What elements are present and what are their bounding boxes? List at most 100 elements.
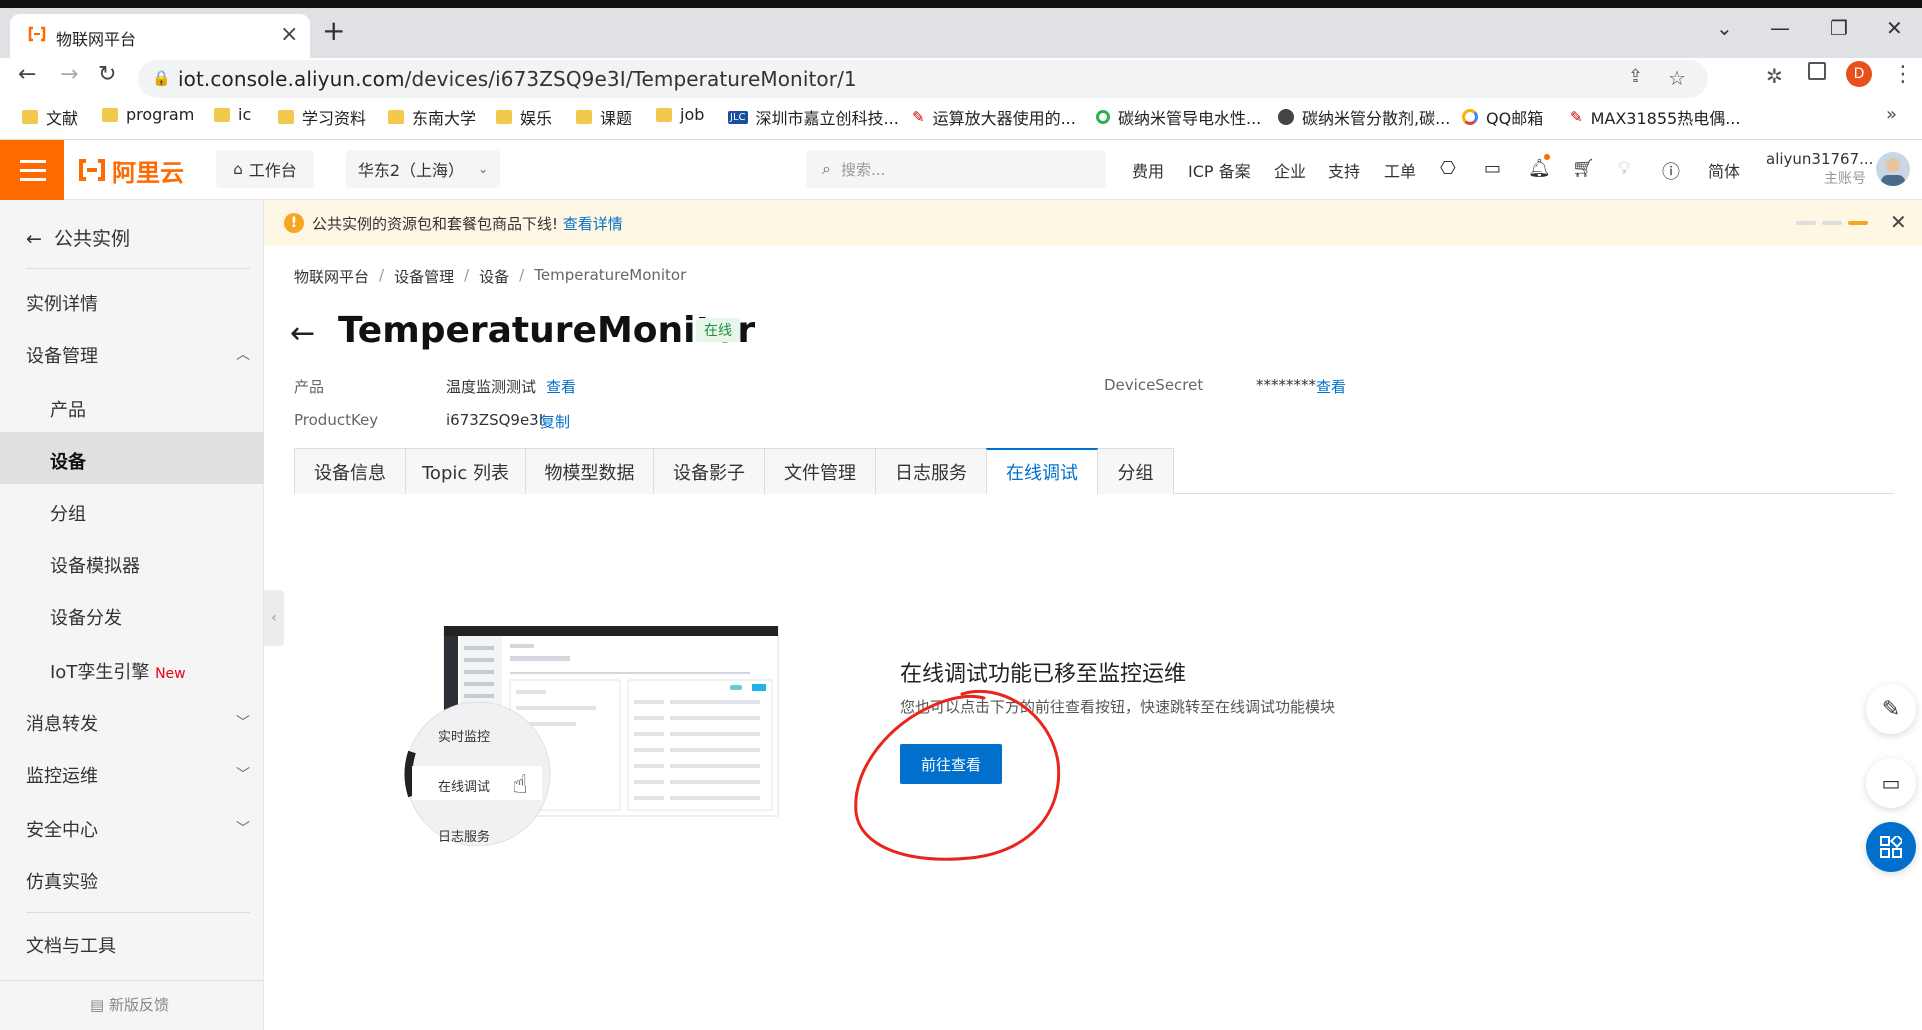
bookmark-item[interactable]: QQ邮箱: [1462, 105, 1543, 129]
bookmark-item[interactable]: ic: [214, 105, 251, 124]
tab-group[interactable]: 分组: [1097, 448, 1174, 494]
tab-file-management[interactable]: 文件管理: [764, 448, 876, 494]
sidebar-item-distribute[interactable]: 设备分发: [50, 604, 122, 630]
sidebar-item-simulation[interactable]: 仿真实验: [26, 868, 98, 894]
chevron-down-icon[interactable]: ﹀: [236, 712, 250, 732]
nav-icp[interactable]: ICP 备案: [1188, 158, 1251, 182]
sidebar-item-instance-detail[interactable]: 实例详情: [26, 290, 98, 316]
bookmark-item[interactable]: program: [102, 105, 194, 124]
chevron-down-icon[interactable]: ﹀: [236, 764, 250, 784]
region-selector[interactable]: 华东2（上海） ⌄: [346, 150, 500, 188]
sidepanel-icon[interactable]: [1808, 62, 1826, 80]
view-secret-link[interactable]: 查看: [1316, 376, 1346, 397]
workbench-button[interactable]: ⌂ 工作台: [216, 150, 314, 188]
nav-support[interactable]: 支持: [1328, 158, 1360, 182]
bookmark-star-icon[interactable]: ☆: [1668, 66, 1686, 90]
menu-toggle-icon[interactable]: [0, 140, 64, 200]
profile-avatar[interactable]: D: [1846, 61, 1872, 87]
breadcrumb-iot-platform[interactable]: 物联网平台: [294, 266, 369, 287]
browser-menu-icon[interactable]: ⋮: [1892, 62, 1914, 87]
breadcrumb-device[interactable]: 设备: [479, 266, 509, 287]
back-icon[interactable]: ←: [18, 62, 36, 87]
sidebar-item-security[interactable]: 安全中心: [26, 816, 98, 842]
sidebar-back-public-instance[interactable]: ← 公共实例: [26, 224, 130, 251]
carousel-dot-active[interactable]: [1848, 221, 1868, 225]
copy-productkey-link[interactable]: 复制: [540, 411, 570, 432]
sidebar-item-group[interactable]: 分组: [50, 500, 86, 526]
breadcrumb: 物联网平台 / 设备管理 / 设备 / TemperatureMonitor: [294, 266, 687, 287]
terminal-icon[interactable]: ▭: [1484, 158, 1501, 179]
nav-ticket[interactable]: 工单: [1384, 158, 1416, 182]
close-window-icon[interactable]: ✕: [1886, 16, 1903, 40]
search-input[interactable]: ⌕ 搜索...: [806, 150, 1106, 188]
aliyun-logo[interactable]: 阿里云: [78, 154, 184, 187]
bookmark-item[interactable]: 文献: [22, 105, 78, 129]
tab-device-info[interactable]: 设备信息: [294, 448, 406, 494]
chevron-up-icon[interactable]: ︿: [236, 344, 250, 364]
minimize-icon[interactable]: —: [1770, 16, 1790, 40]
carousel-dot[interactable]: [1822, 221, 1842, 225]
sidebar-collapse-icon[interactable]: ‹: [264, 590, 284, 646]
devicesecret-value: ********: [1256, 376, 1316, 394]
cart-icon[interactable]: 🛒︎: [1572, 158, 1595, 179]
nav-billing[interactable]: 费用: [1132, 158, 1164, 182]
help-icon[interactable]: ⓘ: [1662, 158, 1680, 184]
chevron-down-icon[interactable]: ﹀: [236, 818, 250, 838]
new-tab-icon[interactable]: +: [322, 14, 345, 47]
tab-log-service[interactable]: 日志服务: [875, 448, 987, 494]
feedback-link[interactable]: ▤ 新版反馈: [90, 994, 169, 1015]
sidebar-item-message-forward[interactable]: 消息转发: [26, 710, 98, 736]
bookmarks-overflow-icon[interactable]: »: [1886, 104, 1897, 125]
tab-close-icon[interactable]: ×: [280, 22, 298, 47]
account-info[interactable]: aliyun31767... 主账号: [1766, 150, 1873, 188]
nav-enterprise[interactable]: 企业: [1274, 158, 1306, 182]
page-back-icon[interactable]: ←: [290, 316, 315, 351]
tab-online-debug[interactable]: 在线调试: [986, 448, 1098, 494]
sidebar-item-simulator[interactable]: 设备模拟器: [50, 552, 140, 578]
reload-icon[interactable]: ↻: [98, 62, 116, 87]
sidebar-item-iot-twin[interactable]: IoT孪生引擎 New: [50, 658, 186, 684]
carousel-dot[interactable]: [1796, 221, 1816, 225]
bell-icon[interactable]: 🔔︎: [1528, 158, 1551, 179]
bookmark-item[interactable]: 学习资料: [278, 105, 366, 129]
bookmark-item[interactable]: 娱乐: [496, 105, 552, 129]
view-product-link[interactable]: 查看: [546, 376, 576, 397]
folder-icon: [576, 110, 592, 124]
bookmark-item[interactable]: 碳纳米管导电水性...: [1096, 105, 1261, 129]
tab-device-shadow[interactable]: 设备影子: [653, 448, 765, 494]
illustration-menu-online-debug: 在线调试: [438, 780, 491, 795]
url-bar[interactable]: 🔒 iot.console.aliyun.com/devices/i673ZSQ…: [138, 60, 1708, 98]
bookmark-item[interactable]: job: [656, 105, 704, 124]
sidebar-item-monitor-ops[interactable]: 监控运维: [26, 762, 98, 788]
edit-float-button[interactable]: ✎: [1866, 684, 1916, 734]
restore-icon[interactable]: ❐: [1830, 16, 1848, 40]
sidebar-item-product[interactable]: 产品: [50, 396, 86, 422]
sidebar-item-device[interactable]: 设备: [50, 448, 86, 474]
lightbulb-icon[interactable]: 💡︎: [1618, 158, 1631, 179]
bookmark-item[interactable]: 课题: [576, 105, 632, 129]
bookmark-item[interactable]: JLC 深圳市嘉立创科技...: [728, 105, 899, 129]
bookmark-item[interactable]: ✎ MAX31855热电偶...: [1570, 105, 1740, 129]
sidebar-item-device-management[interactable]: 设备管理: [26, 342, 98, 368]
folder-icon: [496, 110, 512, 124]
migration-illustration: 实时监控 在线调试 日志服务 ☝: [400, 626, 780, 846]
browser-tab[interactable]: 物联网平台 ×: [10, 14, 310, 58]
sidebar-item-docs-tools[interactable]: 文档与工具: [26, 932, 116, 958]
language-switch[interactable]: 简体: [1708, 158, 1740, 182]
chat-float-button[interactable]: ▭: [1866, 758, 1916, 808]
apps-float-button[interactable]: [1866, 822, 1916, 872]
bookmark-item[interactable]: ✎ 运算放大器使用的...: [912, 105, 1076, 129]
breadcrumb-device-management[interactable]: 设备管理: [394, 266, 454, 287]
user-avatar[interactable]: [1876, 152, 1910, 186]
bookmark-item[interactable]: 东南大学: [388, 105, 476, 129]
close-icon[interactable]: ✕: [1890, 210, 1907, 234]
tab-topic-list[interactable]: Topic 列表: [405, 448, 526, 494]
bookmark-item[interactable]: 碳纳米管分散剂,碳...: [1278, 105, 1450, 129]
share-icon[interactable]: ⇪: [1628, 66, 1643, 87]
forward-icon[interactable]: →: [60, 62, 78, 87]
tab-thing-model[interactable]: 物模型数据: [525, 448, 654, 494]
tab-search-chevron-icon[interactable]: ⌄: [1716, 16, 1733, 40]
notice-link[interactable]: 查看详情: [563, 215, 623, 233]
cloudshell-icon[interactable]: ⎔: [1440, 158, 1456, 179]
extensions-icon[interactable]: ✲: [1766, 64, 1783, 88]
